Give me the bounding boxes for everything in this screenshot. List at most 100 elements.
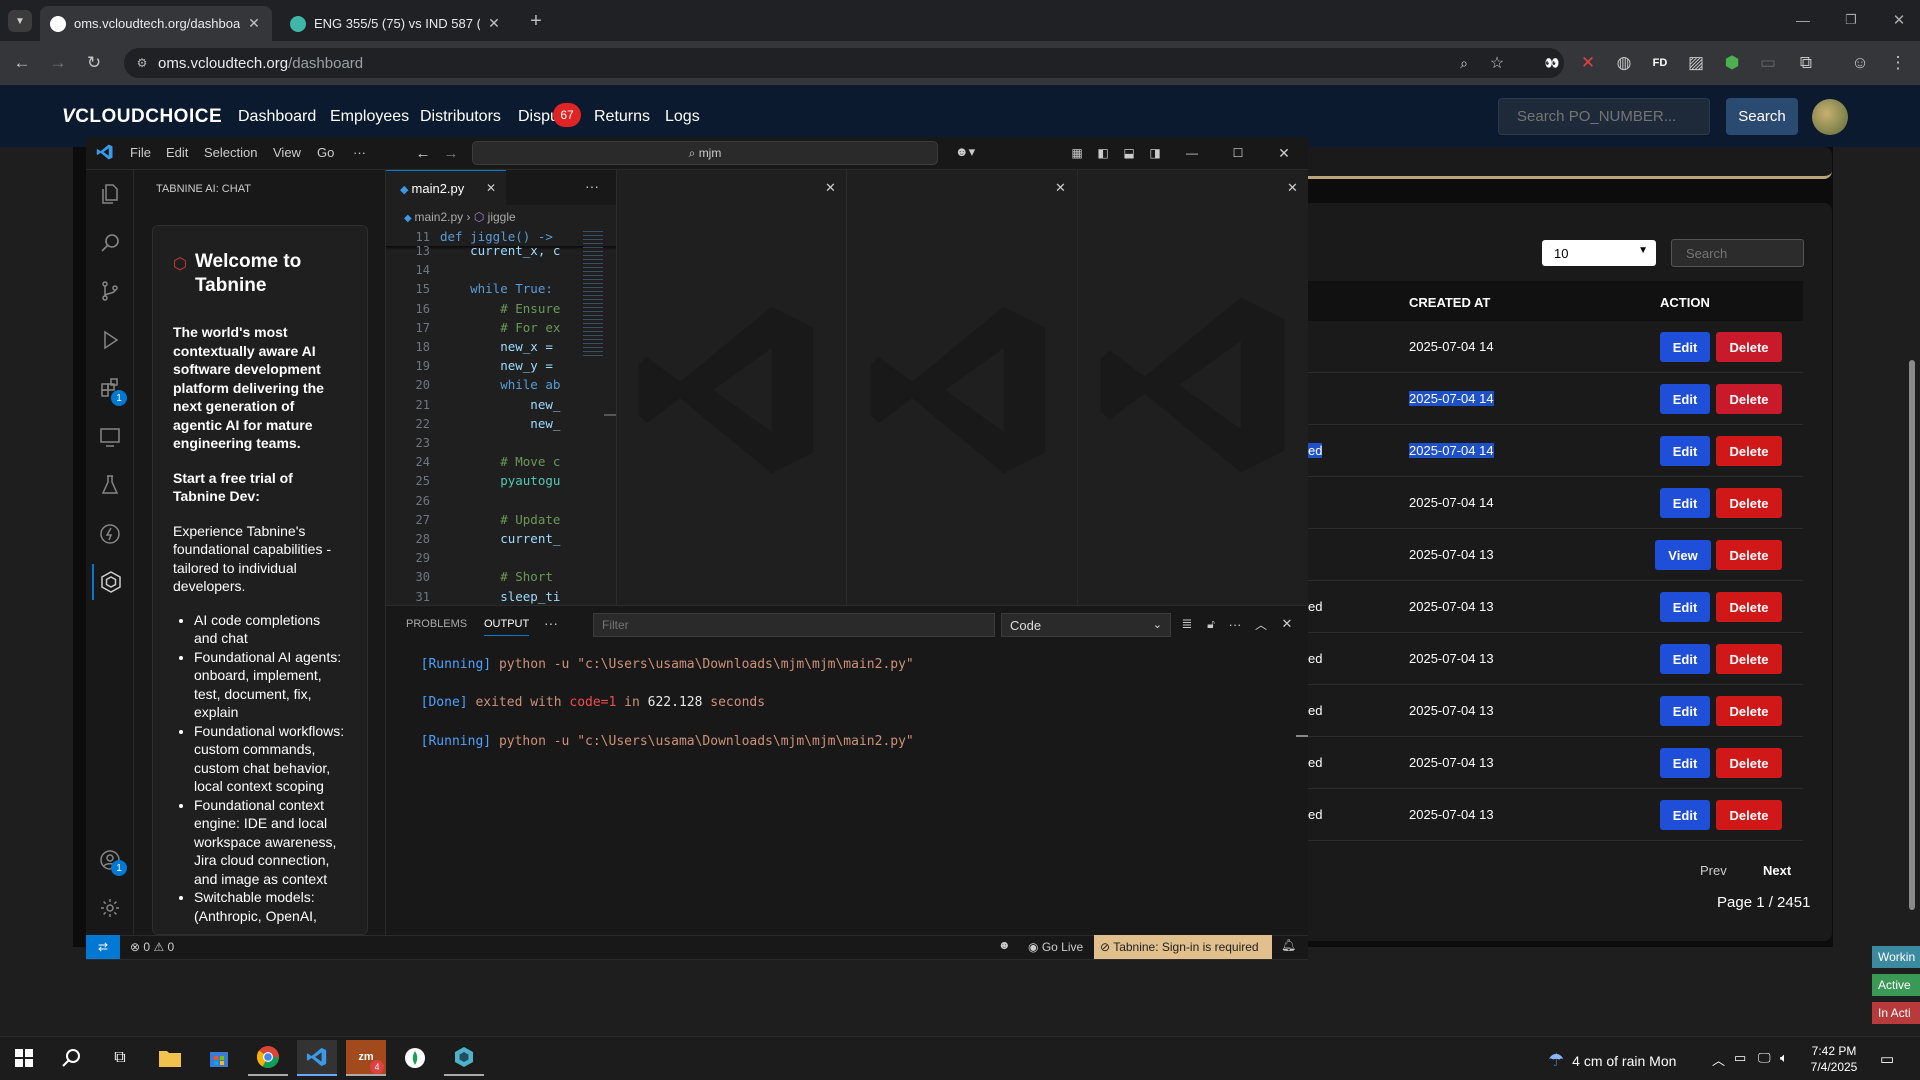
close-tab-icon[interactable]: ✕ [486, 15, 502, 32]
copilot-status-icon[interactable]: ☻ [998, 938, 1011, 952]
status-tag-inactive[interactable]: In Acti [1872, 1002, 1920, 1024]
clock[interactable]: 7:42 PM 7/4/2025 [1808, 1043, 1860, 1075]
zoom-icon[interactable]: ⌕ [1454, 53, 1474, 73]
tabnine-icon[interactable] [92, 564, 128, 600]
menu-selection[interactable]: Selection [204, 145, 257, 160]
explorer-icon[interactable] [92, 176, 128, 212]
po-number-search-input[interactable] [1498, 98, 1710, 135]
battery-icon[interactable]: ▭ [1734, 1050, 1746, 1066]
editor-more-actions-icon[interactable]: ··· [585, 178, 599, 194]
prev-page-button[interactable]: Prev [1700, 863, 1727, 878]
tab-search-icon[interactable]: ▼ [8, 10, 32, 32]
edit-button[interactable]: Edit [1660, 592, 1710, 622]
go-live-button[interactable]: ◉ Go Live [1028, 940, 1083, 954]
next-page-button[interactable]: Next [1763, 863, 1791, 878]
notifications-bell-icon[interactable]: 🔔︎ [1281, 938, 1296, 952]
vscode-taskbar-icon[interactable] [297, 1040, 337, 1076]
extension-x-icon[interactable]: ✕ [1576, 51, 1600, 75]
app-green-drop-icon[interactable] [395, 1040, 435, 1076]
edit-button[interactable]: Edit [1660, 696, 1710, 726]
lock-scroll-icon[interactable]: 🔓︎ [1202, 615, 1220, 633]
nav-logs[interactable]: Logs [665, 108, 700, 126]
close-group-icon[interactable]: ✕ [1287, 180, 1298, 196]
tab-cricket-score[interactable]: ENG 355/5 (75) vs IND 587 (Ha ✕ [280, 6, 512, 41]
run-debug-icon[interactable] [92, 322, 128, 358]
source-control-icon[interactable] [92, 273, 128, 309]
remote-explorer-icon[interactable] [92, 419, 128, 455]
notification-center-icon[interactable]: ▭ [1880, 1050, 1894, 1068]
clear-output-icon[interactable]: ≣ [1178, 615, 1196, 633]
close-panel-icon[interactable]: ✕ [1278, 615, 1296, 633]
page-size-select[interactable]: 10 ▼ [1542, 240, 1656, 266]
delete-button[interactable]: Delete [1716, 592, 1782, 622]
reload-icon[interactable]: ↻ [82, 51, 106, 75]
menu-file[interactable]: File [130, 145, 151, 160]
extensions-puzzle-icon[interactable]: ⧉ [1794, 51, 1818, 75]
site-logo[interactable]: VCLOUDCHOICE [62, 106, 222, 128]
panel-more-icon[interactable]: ··· [544, 615, 558, 631]
task-view-icon[interactable]: ⧉ [100, 1040, 140, 1076]
extension-globe-icon[interactable]: ◍ [1612, 51, 1636, 75]
menu-go[interactable]: Go [317, 145, 334, 160]
edit-button[interactable]: Edit [1660, 644, 1710, 674]
file-explorer-icon[interactable] [150, 1040, 190, 1076]
show-hidden-icons-icon[interactable]: ︿ [1712, 1050, 1725, 1069]
edit-button[interactable]: Edit [1660, 488, 1710, 518]
bookmark-star-icon[interactable]: ☆ [1486, 52, 1508, 74]
menu-edit[interactable]: Edit [166, 145, 188, 160]
window-close-icon[interactable]: ✕ [1886, 8, 1912, 32]
output-filter-input[interactable] [593, 613, 995, 637]
panel-tab-problems[interactable]: PROBLEMS [406, 618, 467, 630]
delete-button[interactable]: Delete [1716, 748, 1782, 778]
copilot-icon[interactable]: ☻▾ [950, 143, 980, 161]
testing-icon[interactable] [92, 467, 128, 503]
app-teal-hex-icon[interactable] [444, 1040, 484, 1076]
table-search-input[interactable] [1671, 239, 1804, 267]
vscode-minimize-icon[interactable]: — [1183, 144, 1201, 162]
volume-icon[interactable]: 🔈︎ [1780, 1050, 1788, 1066]
delete-button[interactable]: Delete [1716, 384, 1782, 414]
new-tab-icon[interactable]: + [525, 10, 547, 32]
customize-layout-icon[interactable]: ▦ [1068, 144, 1086, 162]
status-tag-active[interactable]: Active [1872, 974, 1920, 996]
vscode-maximize-icon[interactable]: ☐ [1229, 144, 1247, 162]
delete-button[interactable]: Delete [1716, 540, 1782, 570]
browser-menu-icon[interactable]: ⋮ [1886, 51, 1910, 75]
extension-image-icon[interactable]: ▨ [1684, 51, 1708, 75]
view-button[interactable]: View [1655, 540, 1711, 570]
output-scrollbar[interactable] [1296, 735, 1308, 737]
editor-scrollbar[interactable] [604, 414, 616, 416]
close-group-icon[interactable]: ✕ [1055, 180, 1066, 196]
menu-view[interactable]: View [273, 145, 301, 160]
nav-employees[interactable]: Employees [330, 108, 409, 126]
nav-forward-icon[interactable]: → [442, 144, 460, 162]
weather-widget[interactable]: ☂ 4 cm of rain Mon [1548, 1050, 1676, 1071]
tab-dashboard[interactable]: oms.vcloudtech.org/dashboard ✕ [40, 6, 272, 41]
extension-card-icon[interactable]: ▭ [1756, 51, 1780, 75]
page-scrollbar[interactable] [1909, 360, 1915, 910]
output-channel-select[interactable]: Code ⌄ [1001, 613, 1171, 637]
tabnine-status[interactable]: ⊘ Tabnine: Sign-in is required [1094, 935, 1272, 959]
nav-distributors[interactable]: Distributors [420, 108, 501, 126]
close-tab-icon[interactable]: ✕ [246, 15, 262, 32]
windows-start-icon[interactable] [4, 1040, 44, 1076]
delete-button[interactable]: Delete [1716, 800, 1782, 830]
delete-button[interactable]: Delete [1716, 436, 1782, 466]
edit-button[interactable]: Edit [1660, 332, 1710, 362]
settings-gear-icon[interactable] [92, 890, 128, 926]
toggle-secondary-sidebar-icon[interactable]: ◨ [1146, 144, 1164, 162]
delete-button[interactable]: Delete [1716, 332, 1782, 362]
problems-indicator[interactable]: ⊗ 0 ⚠ 0 [130, 940, 174, 954]
lightning-icon[interactable] [92, 516, 128, 552]
extension-green-icon[interactable]: ⬢ [1720, 51, 1744, 75]
microsoft-store-icon[interactable] [199, 1040, 239, 1076]
edit-button[interactable]: Edit [1660, 384, 1710, 414]
toggle-panel-icon[interactable]: ⬓ [1120, 144, 1138, 162]
po-search-button[interactable]: Search [1726, 98, 1798, 135]
extension-eyes-icon[interactable]: 👀 [1540, 51, 1564, 75]
network-icon[interactable]: 🖵︎ [1758, 1050, 1771, 1066]
window-minimize-icon[interactable]: — [1790, 8, 1816, 32]
search-icon[interactable] [92, 225, 128, 261]
panel-more-actions-icon[interactable]: ··· [1226, 615, 1244, 633]
edit-button[interactable]: Edit [1660, 800, 1710, 830]
